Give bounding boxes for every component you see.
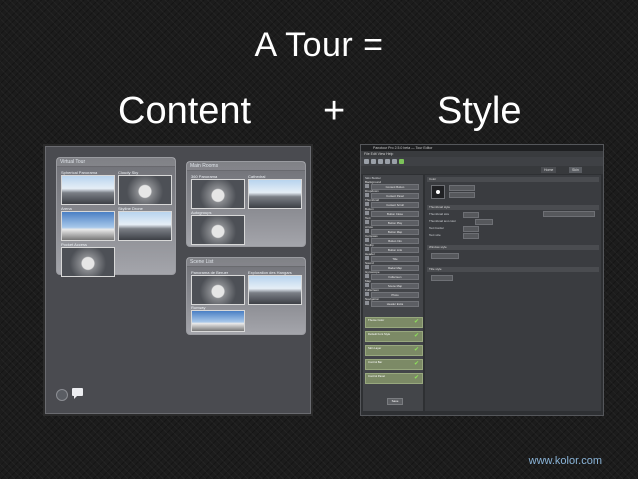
open-icon[interactable] bbox=[371, 159, 376, 164]
group-1-title: Virtual Tour bbox=[60, 159, 86, 165]
camera-icon[interactable] bbox=[56, 389, 68, 401]
check-icon: ✔ bbox=[413, 347, 419, 353]
item-icon bbox=[365, 220, 369, 224]
style-screenshot: Panotour Pro 2.5.0 beta — Tour Editor Fi… bbox=[360, 144, 604, 416]
field-label: Text border bbox=[429, 226, 445, 230]
grouped-item[interactable]: Control Panel ✔ bbox=[365, 373, 423, 384]
border-input[interactable] bbox=[463, 226, 479, 232]
list-item[interactable]: Fullscreen Photo bbox=[365, 288, 421, 298]
window-style-select[interactable] bbox=[431, 253, 459, 259]
field-label: Text size bbox=[429, 233, 441, 237]
color-input[interactable] bbox=[475, 219, 493, 225]
skin-builder-list: Skin Builder Background Content Button Dr… bbox=[363, 175, 423, 411]
check-icon: ✔ bbox=[413, 333, 419, 339]
check-icon: ✔ bbox=[413, 375, 419, 381]
list-item[interactable]: Dropdown Content Panel bbox=[365, 189, 421, 199]
panorama-thumbnail[interactable] bbox=[191, 275, 245, 305]
item-icon bbox=[365, 301, 369, 305]
list-item[interactable]: Tooltip Button Link bbox=[365, 243, 421, 253]
item-icon bbox=[365, 247, 369, 251]
item-icon bbox=[365, 202, 369, 206]
section-header[interactable]: Title style bbox=[427, 267, 599, 272]
content-group-2[interactable]: Main Rooms 360 Panorama Cathedral Autogr… bbox=[186, 161, 306, 247]
title-style-select[interactable] bbox=[431, 275, 453, 281]
group-3-title: Scene List bbox=[190, 259, 214, 265]
list-item[interactable]: Arrow Button Map bbox=[365, 225, 421, 235]
play-icon[interactable] bbox=[399, 159, 404, 164]
panorama-thumbnail[interactable] bbox=[118, 211, 172, 241]
item-icon bbox=[365, 274, 369, 278]
grouped-item[interactable]: Control Bar ✔ bbox=[365, 359, 423, 370]
size-input[interactable] bbox=[463, 212, 479, 218]
new-icon[interactable] bbox=[364, 159, 369, 164]
plus-sign: + bbox=[323, 90, 346, 132]
content-screenshot: Virtual Tour Spherical Panorama Cloudy S… bbox=[45, 146, 311, 414]
save-button[interactable]: Save bbox=[387, 398, 403, 405]
slide-title: A Tour = bbox=[254, 26, 384, 64]
content-group-1[interactable]: Virtual Tour Spherical Panorama Cloudy S… bbox=[56, 157, 176, 277]
tab-skin[interactable]: Skin bbox=[569, 167, 582, 173]
color-swatch[interactable] bbox=[431, 185, 445, 199]
item-icon bbox=[365, 265, 369, 269]
footer-url[interactable]: www.kolor.com bbox=[529, 455, 602, 467]
tab-home[interactable]: Home bbox=[541, 167, 557, 173]
style-properties: Color Thumbnail style Thumbnail size Thu… bbox=[425, 175, 601, 411]
color-field[interactable] bbox=[449, 185, 475, 191]
check-icon: ✔ bbox=[413, 361, 419, 367]
panorama-thumbnail[interactable] bbox=[191, 215, 245, 245]
chat-icon[interactable] bbox=[72, 388, 83, 399]
item-icon bbox=[365, 229, 369, 233]
grouped-item[interactable]: Default Font Style ✔ bbox=[365, 331, 423, 342]
list-item[interactable]: Thumbnail Content Scroll bbox=[365, 198, 421, 208]
panorama-thumbnail[interactable] bbox=[248, 179, 302, 209]
color-field[interactable] bbox=[449, 192, 475, 198]
save-icon[interactable] bbox=[378, 159, 383, 164]
grouped-item[interactable]: Theme Color ✔ bbox=[365, 317, 423, 328]
panorama-thumbnail[interactable] bbox=[191, 179, 245, 209]
list-item[interactable]: Sound Radar Map bbox=[365, 261, 421, 271]
item-icon bbox=[365, 211, 369, 215]
item-icon bbox=[365, 256, 369, 260]
item-icon bbox=[365, 292, 369, 296]
item-icon bbox=[365, 238, 369, 242]
section-header[interactable]: Color bbox=[427, 177, 599, 182]
item-icon bbox=[365, 184, 369, 188]
list-item[interactable]: Background Content Button bbox=[365, 180, 421, 190]
list-item[interactable]: Compass Button Info bbox=[365, 234, 421, 244]
panorama-thumbnail[interactable] bbox=[191, 310, 245, 332]
list-item[interactable]: Header Title bbox=[365, 252, 421, 262]
list-item[interactable]: Button Button Close bbox=[365, 207, 421, 217]
list-item[interactable]: Gyroscope Fullscreen bbox=[365, 270, 421, 280]
list-item[interactable]: Navigation Header Extra bbox=[365, 297, 421, 307]
field-label: Thumbnail text color bbox=[429, 219, 457, 223]
style-label: Style bbox=[437, 90, 522, 132]
content-group-3[interactable]: Scene List Panorama de Beruer Exploratio… bbox=[186, 257, 306, 335]
item-icon bbox=[365, 283, 369, 287]
font-select[interactable] bbox=[543, 211, 595, 217]
panorama-thumbnail[interactable] bbox=[61, 247, 115, 277]
panorama-thumbnail[interactable] bbox=[61, 175, 115, 205]
content-label: Content bbox=[118, 90, 252, 132]
redo-icon[interactable] bbox=[392, 159, 397, 164]
text-size-input[interactable] bbox=[463, 233, 479, 239]
grouped-item[interactable]: Skin Layer ✔ bbox=[365, 345, 423, 356]
field-label: Thumbnail size bbox=[429, 212, 450, 216]
panorama-thumbnail[interactable] bbox=[248, 275, 302, 305]
list-item[interactable]: Map Scene Map bbox=[365, 279, 421, 289]
undo-icon[interactable] bbox=[385, 159, 390, 164]
panorama-thumbnail[interactable] bbox=[118, 175, 172, 205]
tab-bar: Home Skin bbox=[361, 166, 603, 174]
group-2-title: Main Rooms bbox=[190, 163, 219, 169]
window-title: Panotour Pro 2.5.0 beta — Tour Editor bbox=[361, 145, 603, 151]
item-icon bbox=[365, 193, 369, 197]
section-header[interactable]: Thumbnail style bbox=[427, 205, 599, 210]
panorama-thumbnail[interactable] bbox=[61, 211, 115, 241]
section-header[interactable]: Window style bbox=[427, 245, 599, 250]
check-icon: ✔ bbox=[413, 319, 419, 325]
list-item[interactable]: Text Button Play bbox=[365, 216, 421, 226]
